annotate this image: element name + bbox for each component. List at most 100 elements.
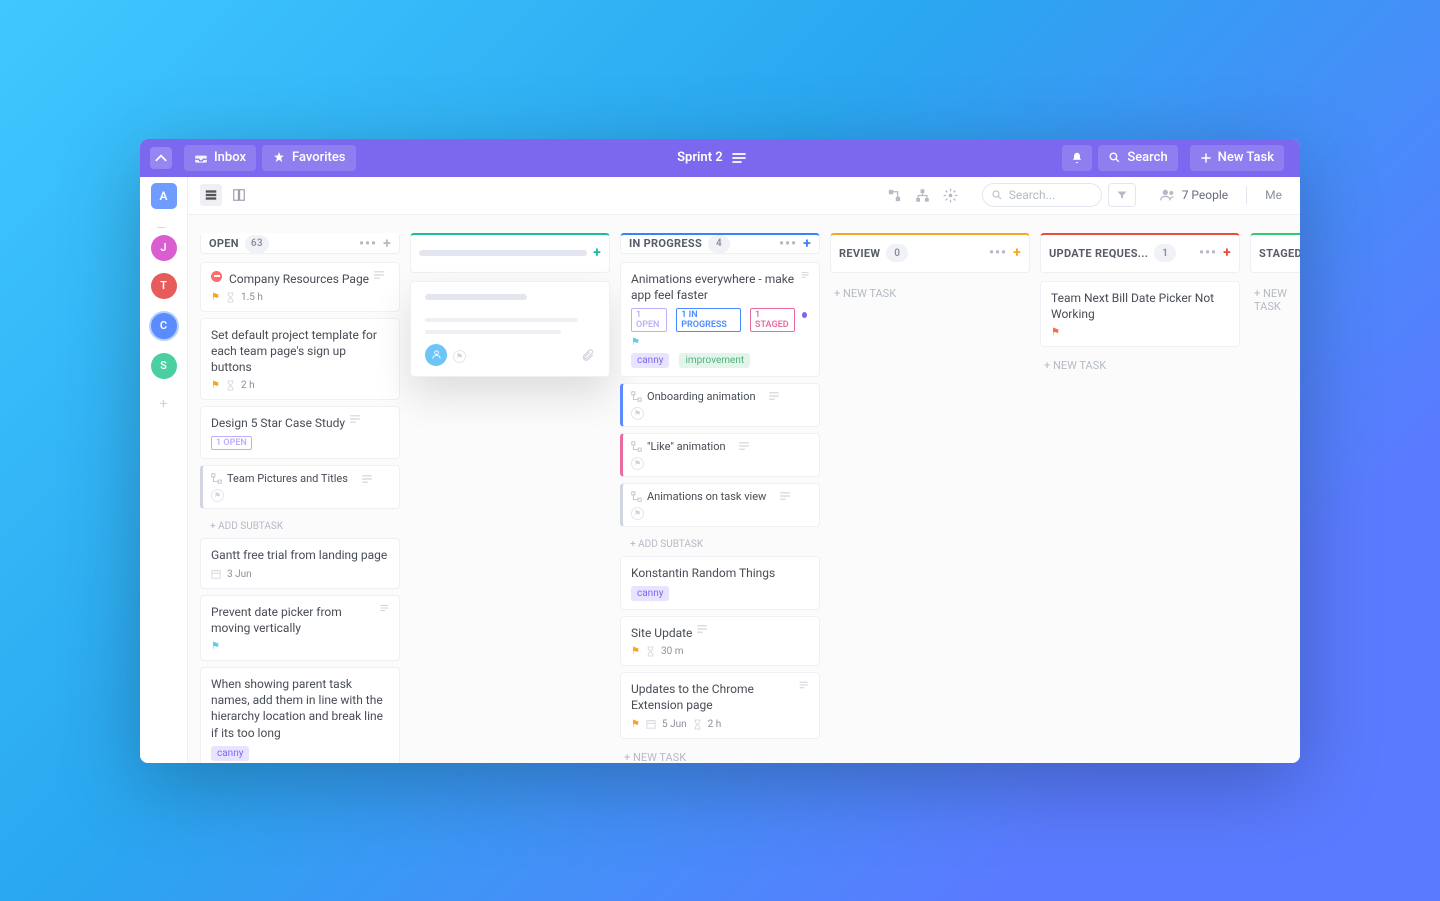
task-card[interactable]: Gantt free trial from landing page3 Jun xyxy=(200,538,400,588)
assignee-avatar[interactable] xyxy=(425,344,447,366)
add-task-icon[interactable]: + xyxy=(803,236,811,252)
avatar-j[interactable]: J xyxy=(151,235,177,261)
description-icon xyxy=(801,271,809,279)
column-header[interactable]: IN PROGRESS4•••+ xyxy=(620,233,820,254)
task-card[interactable]: Team Next Bill Date Picker Not Working⚑ xyxy=(1040,281,1240,347)
description-icon xyxy=(373,271,385,279)
flag-button[interactable]: ⚑ xyxy=(631,507,644,520)
add-task-icon[interactable]: + xyxy=(383,236,391,252)
new-task-button[interactable]: + NEW TASK xyxy=(830,281,1030,306)
column-name: UPDATE REQUES... xyxy=(1049,247,1148,260)
task-title: Design 5 Star Case Study xyxy=(211,415,345,431)
hourglass-icon xyxy=(226,380,235,391)
task-card[interactable]: Updates to the Chrome Extension page ⚑5 … xyxy=(620,672,820,738)
column-open: OPEN63•••+Company Resources Page ⚑1.5 hS… xyxy=(200,233,400,763)
column-menu[interactable]: ••• xyxy=(1199,245,1217,261)
add-subtask-button[interactable]: + ADD SUBTASK xyxy=(620,533,820,556)
description-icon xyxy=(696,625,708,633)
column-menu[interactable]: ••• xyxy=(779,236,797,252)
flag-button[interactable]: ⚑ xyxy=(631,457,644,470)
favorites-button[interactable]: Favorites xyxy=(262,145,355,171)
filter-button[interactable] xyxy=(1108,183,1136,207)
task-card[interactable]: Prevent date picker from moving vertical… xyxy=(200,595,400,661)
board: OPEN63•••+Company Resources Page ⚑1.5 hS… xyxy=(188,215,1300,763)
flag-icon: ⚑ xyxy=(631,337,640,348)
column-header[interactable]: UPDATE REQUES...1•••+ xyxy=(1040,233,1240,273)
avatar-t[interactable]: T xyxy=(151,273,177,299)
avatar-s[interactable]: S xyxy=(151,353,177,379)
tag[interactable]: canny xyxy=(631,353,669,368)
new-task-button[interactable]: + NEW TASK xyxy=(1040,353,1240,378)
column-header[interactable]: STAGED xyxy=(1250,233,1300,273)
people-count[interactable]: 7 People xyxy=(1160,188,1228,202)
add-task-icon[interactable]: + xyxy=(593,245,601,261)
subtask-card[interactable]: Onboarding animation ⚑ xyxy=(620,383,820,427)
list-view-button[interactable] xyxy=(200,184,222,206)
task-card[interactable]: When showing parent task names, add them… xyxy=(200,667,400,763)
column-menu[interactable]: ••• xyxy=(989,245,1007,261)
search-input[interactable]: Search... xyxy=(982,183,1102,207)
column-header[interactable]: + xyxy=(410,233,610,273)
subtasks-toggle[interactable] xyxy=(884,184,906,206)
tag[interactable]: canny xyxy=(211,746,249,761)
time-estimate: 1.5 h xyxy=(241,292,263,303)
indicator-dot xyxy=(802,312,807,318)
add-task-icon[interactable]: + xyxy=(1013,245,1021,261)
hourglass-icon xyxy=(226,292,235,303)
column-header[interactable]: REVIEW0•••+ xyxy=(830,233,1030,273)
board-view-button[interactable] xyxy=(228,184,250,206)
column-review: REVIEW0•••++ NEW TASK xyxy=(830,233,1030,763)
hierarchy-icon xyxy=(915,188,930,203)
logo[interactable] xyxy=(150,147,172,169)
subtask-title: Onboarding animation xyxy=(647,390,756,403)
task-card[interactable]: Animations everywhere - make app feel fa… xyxy=(620,262,820,377)
workspace-badge[interactable]: A xyxy=(151,183,177,209)
subtask-icon xyxy=(631,391,642,402)
settings-button[interactable] xyxy=(940,184,962,206)
search-button[interactable]: Search xyxy=(1098,145,1177,171)
due-date: 5 Jun xyxy=(662,719,687,730)
description-icon xyxy=(361,475,373,483)
new-task-card[interactable]: ⚑ xyxy=(410,281,610,377)
notifications-button[interactable] xyxy=(1062,145,1092,171)
task-title: Team Next Bill Date Picker Not Working xyxy=(1051,290,1229,322)
inbox-button[interactable]: Inbox xyxy=(184,145,256,171)
flag-button[interactable]: ⚑ xyxy=(211,489,224,502)
add-task-icon[interactable]: + xyxy=(1223,245,1231,261)
column-count: 63 xyxy=(245,235,269,253)
column-menu[interactable]: ••• xyxy=(359,236,377,252)
flag-button[interactable]: ⚑ xyxy=(453,350,466,363)
column-name: IN PROGRESS xyxy=(629,237,702,250)
subtask-card[interactable]: Team Pictures and Titles ⚑ xyxy=(200,465,400,509)
task-card[interactable]: Set default project template for each te… xyxy=(200,318,400,401)
tag[interactable]: canny xyxy=(631,586,669,601)
new-task-button[interactable]: + NEW TASK xyxy=(1250,281,1300,319)
subtasks-icon xyxy=(887,188,902,203)
tag[interactable]: improvement xyxy=(679,353,750,368)
subtask-card[interactable]: Animations on task view ⚑ xyxy=(620,483,820,527)
description-icon xyxy=(380,604,389,612)
column-header[interactable]: OPEN63•••+ xyxy=(200,233,400,254)
add-person-button[interactable]: + xyxy=(151,391,177,417)
status-badge: 1 IN PROGRESS xyxy=(676,308,741,332)
task-card[interactable]: Site Update ⚑30 m xyxy=(620,616,820,666)
avatar-c[interactable]: C xyxy=(149,311,179,341)
task-title: Konstantin Random Things xyxy=(631,565,775,581)
task-card[interactable]: Company Resources Page ⚑1.5 h xyxy=(200,262,400,312)
flag-icon: ⚑ xyxy=(631,719,640,730)
me-filter[interactable]: Me xyxy=(1265,188,1282,202)
new-task-button[interactable]: + NEW TASK xyxy=(620,745,820,763)
task-title: Prevent date picker from moving vertical… xyxy=(211,604,376,636)
column-staged: STAGED + NEW TASK xyxy=(1250,233,1300,763)
task-card[interactable]: Design 5 Star Case Study 1 OPEN xyxy=(200,406,400,459)
column-name: STAGED xyxy=(1259,247,1300,260)
task-title: Gantt free trial from landing page xyxy=(211,547,387,563)
task-card[interactable]: Konstantin Random Things canny xyxy=(620,556,820,610)
flag-button[interactable]: ⚑ xyxy=(631,407,644,420)
subtask-card[interactable]: "Like" animation ⚑ xyxy=(620,433,820,477)
add-subtask-button[interactable]: + ADD SUBTASK xyxy=(200,515,400,538)
hierarchy-toggle[interactable] xyxy=(912,184,934,206)
status-badge: 1 STAGED xyxy=(750,308,795,332)
new-task-button[interactable]: New Task xyxy=(1190,145,1284,171)
attachment-icon[interactable] xyxy=(581,348,595,362)
